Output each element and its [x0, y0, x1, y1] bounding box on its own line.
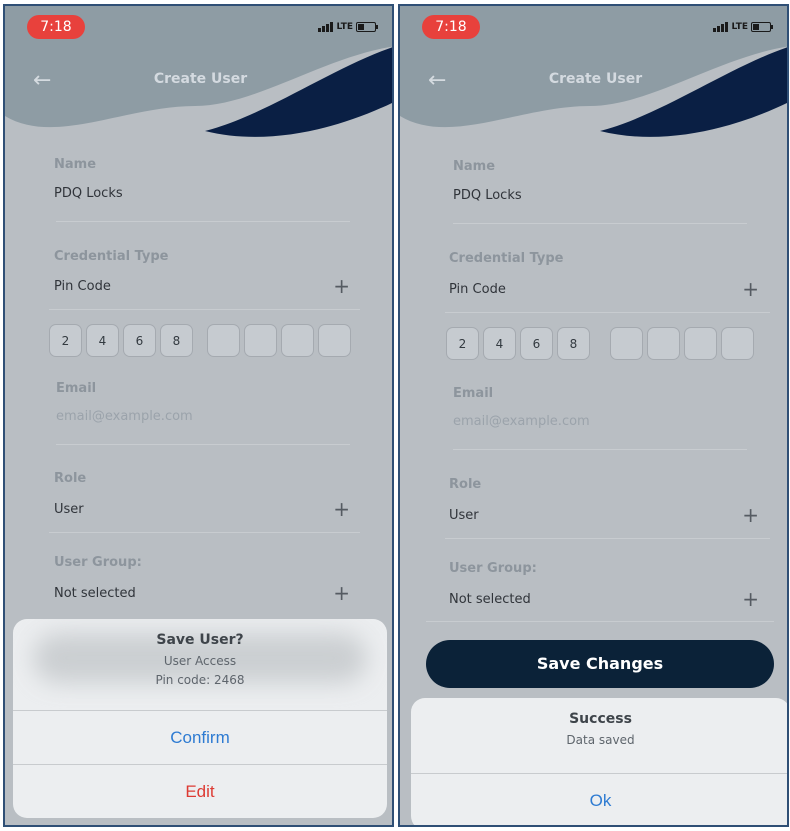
- divider: [56, 221, 350, 222]
- divider: [445, 312, 770, 313]
- pin-digit-box[interactable]: 2: [49, 324, 82, 357]
- divider: [453, 223, 747, 224]
- divider: [56, 444, 350, 445]
- battery-icon: [356, 22, 378, 32]
- network-type: LTE: [336, 22, 353, 32]
- name-label: Name: [453, 159, 496, 174]
- save-changes-button[interactable]: Save Changes: [426, 640, 774, 688]
- ok-button[interactable]: Ok: [411, 791, 787, 811]
- page-title: Create User: [548, 71, 643, 87]
- phone-screen-save-confirm: 7:18 LTE ← Create User Name PDQ Locks Cr…: [3, 4, 394, 827]
- confirm-button[interactable]: Confirm: [13, 728, 387, 748]
- divider: [49, 532, 360, 533]
- role-value[interactable]: User: [54, 502, 84, 517]
- network-type: LTE: [731, 22, 748, 32]
- signal-icon: [713, 22, 729, 32]
- credential-type-value[interactable]: Pin Code: [449, 282, 506, 297]
- pin-digit-box[interactable]: 6: [520, 327, 553, 360]
- email-label: Email: [56, 381, 97, 396]
- pin-code-input[interactable]: 2 4 6 8: [446, 327, 754, 360]
- add-role-plus-icon[interactable]: +: [742, 503, 759, 527]
- alert-message-line1: User Access: [163, 654, 237, 668]
- name-field[interactable]: PDQ Locks: [453, 188, 522, 203]
- role-label: Role: [449, 477, 482, 492]
- signal-icon: [318, 22, 334, 32]
- add-role-plus-icon[interactable]: +: [333, 497, 350, 521]
- pin-digit-box[interactable]: 2: [446, 327, 479, 360]
- user-group-value[interactable]: Not selected: [449, 592, 531, 607]
- phone-screen-success: 7:18 LTE ← Create User Name PDQ Locks Cr…: [398, 4, 789, 827]
- pin-digit-box[interactable]: [207, 324, 240, 357]
- pin-digit-box[interactable]: 8: [160, 324, 193, 357]
- pin-digit-box[interactable]: [684, 327, 717, 360]
- email-label: Email: [453, 386, 494, 401]
- divider: [49, 309, 360, 310]
- user-group-value[interactable]: Not selected: [54, 586, 136, 601]
- alert-title: Success: [569, 711, 632, 727]
- name-label: Name: [54, 157, 97, 172]
- pin-digit-box[interactable]: [647, 327, 680, 360]
- divider: [13, 764, 387, 765]
- pin-digit-box[interactable]: 4: [86, 324, 119, 357]
- credential-type-label: Credential Type: [54, 249, 169, 264]
- role-label: Role: [54, 471, 87, 486]
- add-user-group-plus-icon[interactable]: +: [742, 587, 759, 611]
- user-group-label: User Group:: [54, 555, 142, 570]
- alert-message: Data saved: [566, 733, 635, 747]
- pin-digit-box[interactable]: [318, 324, 351, 357]
- divider: [453, 449, 747, 450]
- pin-digit-box[interactable]: [244, 324, 277, 357]
- success-alert: Success Data saved Ok: [411, 698, 787, 825]
- divider: [13, 710, 387, 711]
- email-field[interactable]: email@example.com: [453, 414, 590, 429]
- status-indicators: LTE: [713, 22, 773, 32]
- pin-code-input[interactable]: 2 4 6 8: [49, 324, 351, 357]
- pin-digit-box[interactable]: 8: [557, 327, 590, 360]
- divider: [426, 621, 774, 622]
- save-user-alert: Save User? User Access Pin code: 2468 Co…: [13, 619, 387, 818]
- battery-icon: [751, 22, 773, 32]
- edit-button[interactable]: Edit: [13, 782, 387, 802]
- pin-digit-box[interactable]: [610, 327, 643, 360]
- name-field[interactable]: PDQ Locks: [54, 186, 123, 201]
- add-credential-plus-icon[interactable]: +: [742, 277, 759, 301]
- email-field[interactable]: email@example.com: [56, 409, 193, 424]
- alert-title: Save User?: [156, 632, 244, 648]
- pin-digit-box[interactable]: 6: [123, 324, 156, 357]
- add-user-group-plus-icon[interactable]: +: [333, 581, 350, 605]
- role-value[interactable]: User: [449, 508, 479, 523]
- add-credential-plus-icon[interactable]: +: [333, 274, 350, 298]
- pin-digit-box[interactable]: [281, 324, 314, 357]
- divider: [445, 538, 770, 539]
- credential-type-label: Credential Type: [449, 251, 564, 266]
- status-time: 7:18: [27, 15, 85, 39]
- pin-digit-box[interactable]: 4: [483, 327, 516, 360]
- credential-type-value[interactable]: Pin Code: [54, 279, 111, 294]
- status-indicators: LTE: [318, 22, 378, 32]
- alert-message-line2: Pin code: 2468: [155, 673, 245, 687]
- page-title: Create User: [153, 71, 248, 87]
- user-group-label: User Group:: [449, 561, 537, 576]
- status-time: 7:18: [422, 15, 480, 39]
- divider: [411, 773, 787, 774]
- pin-digit-box[interactable]: [721, 327, 754, 360]
